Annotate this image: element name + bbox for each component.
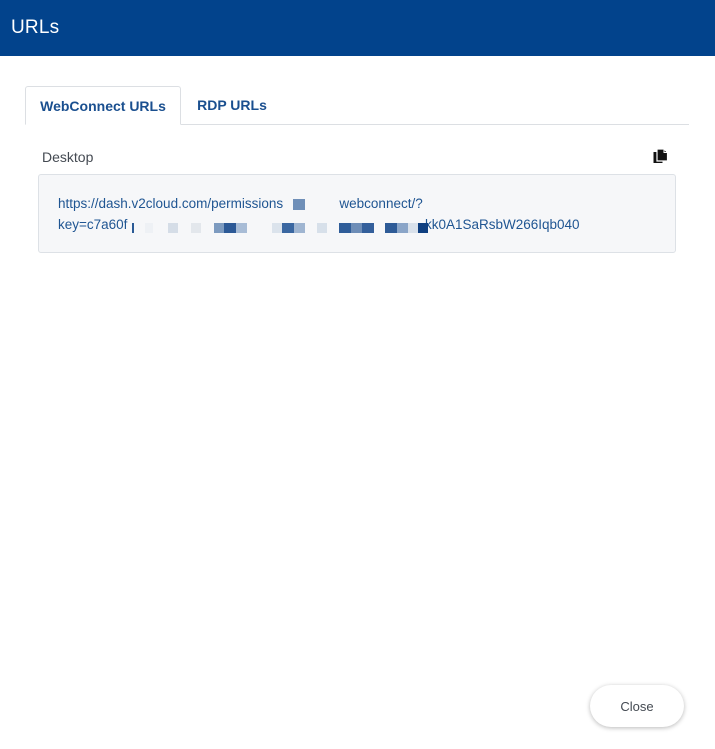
- close-button[interactable]: Close: [590, 685, 684, 727]
- urls-dialog: URLs WebConnect URLs RDP URLs Desktop ht…: [0, 0, 715, 749]
- tab-bar: WebConnect URLs RDP URLs: [25, 86, 689, 125]
- url-box[interactable]: https://dash.v2cloud.com/permissions web…: [38, 174, 676, 253]
- url-line-2-start: key=c7a60f: [58, 217, 128, 232]
- dialog-title: URLs: [11, 17, 60, 38]
- redacted-block: [292, 198, 305, 210]
- tab-rdp-urls[interactable]: RDP URLs: [182, 86, 282, 124]
- redacted-region: [131, 219, 429, 234]
- url-line-2-end: kk0A1SaRsbW266Iqb040: [424, 217, 580, 232]
- dialog-header: URLs: [0, 0, 715, 56]
- copy-icon-graphic: [653, 148, 669, 163]
- desktop-label: Desktop: [42, 149, 94, 165]
- tab-webconnect-urls[interactable]: WebConnect URLs: [25, 86, 181, 125]
- copy-icon[interactable]: [653, 148, 669, 166]
- url-line-2[interactable]: key=c7a60f kk0A1SaRsbW266Iqb040: [58, 217, 580, 234]
- url-line-1-start: https://dash.v2cloud.com/permissions: [58, 196, 284, 211]
- url-line-1[interactable]: https://dash.v2cloud.com/permissions web…: [58, 196, 423, 211]
- url-line-1-end: webconnect/?: [339, 196, 423, 211]
